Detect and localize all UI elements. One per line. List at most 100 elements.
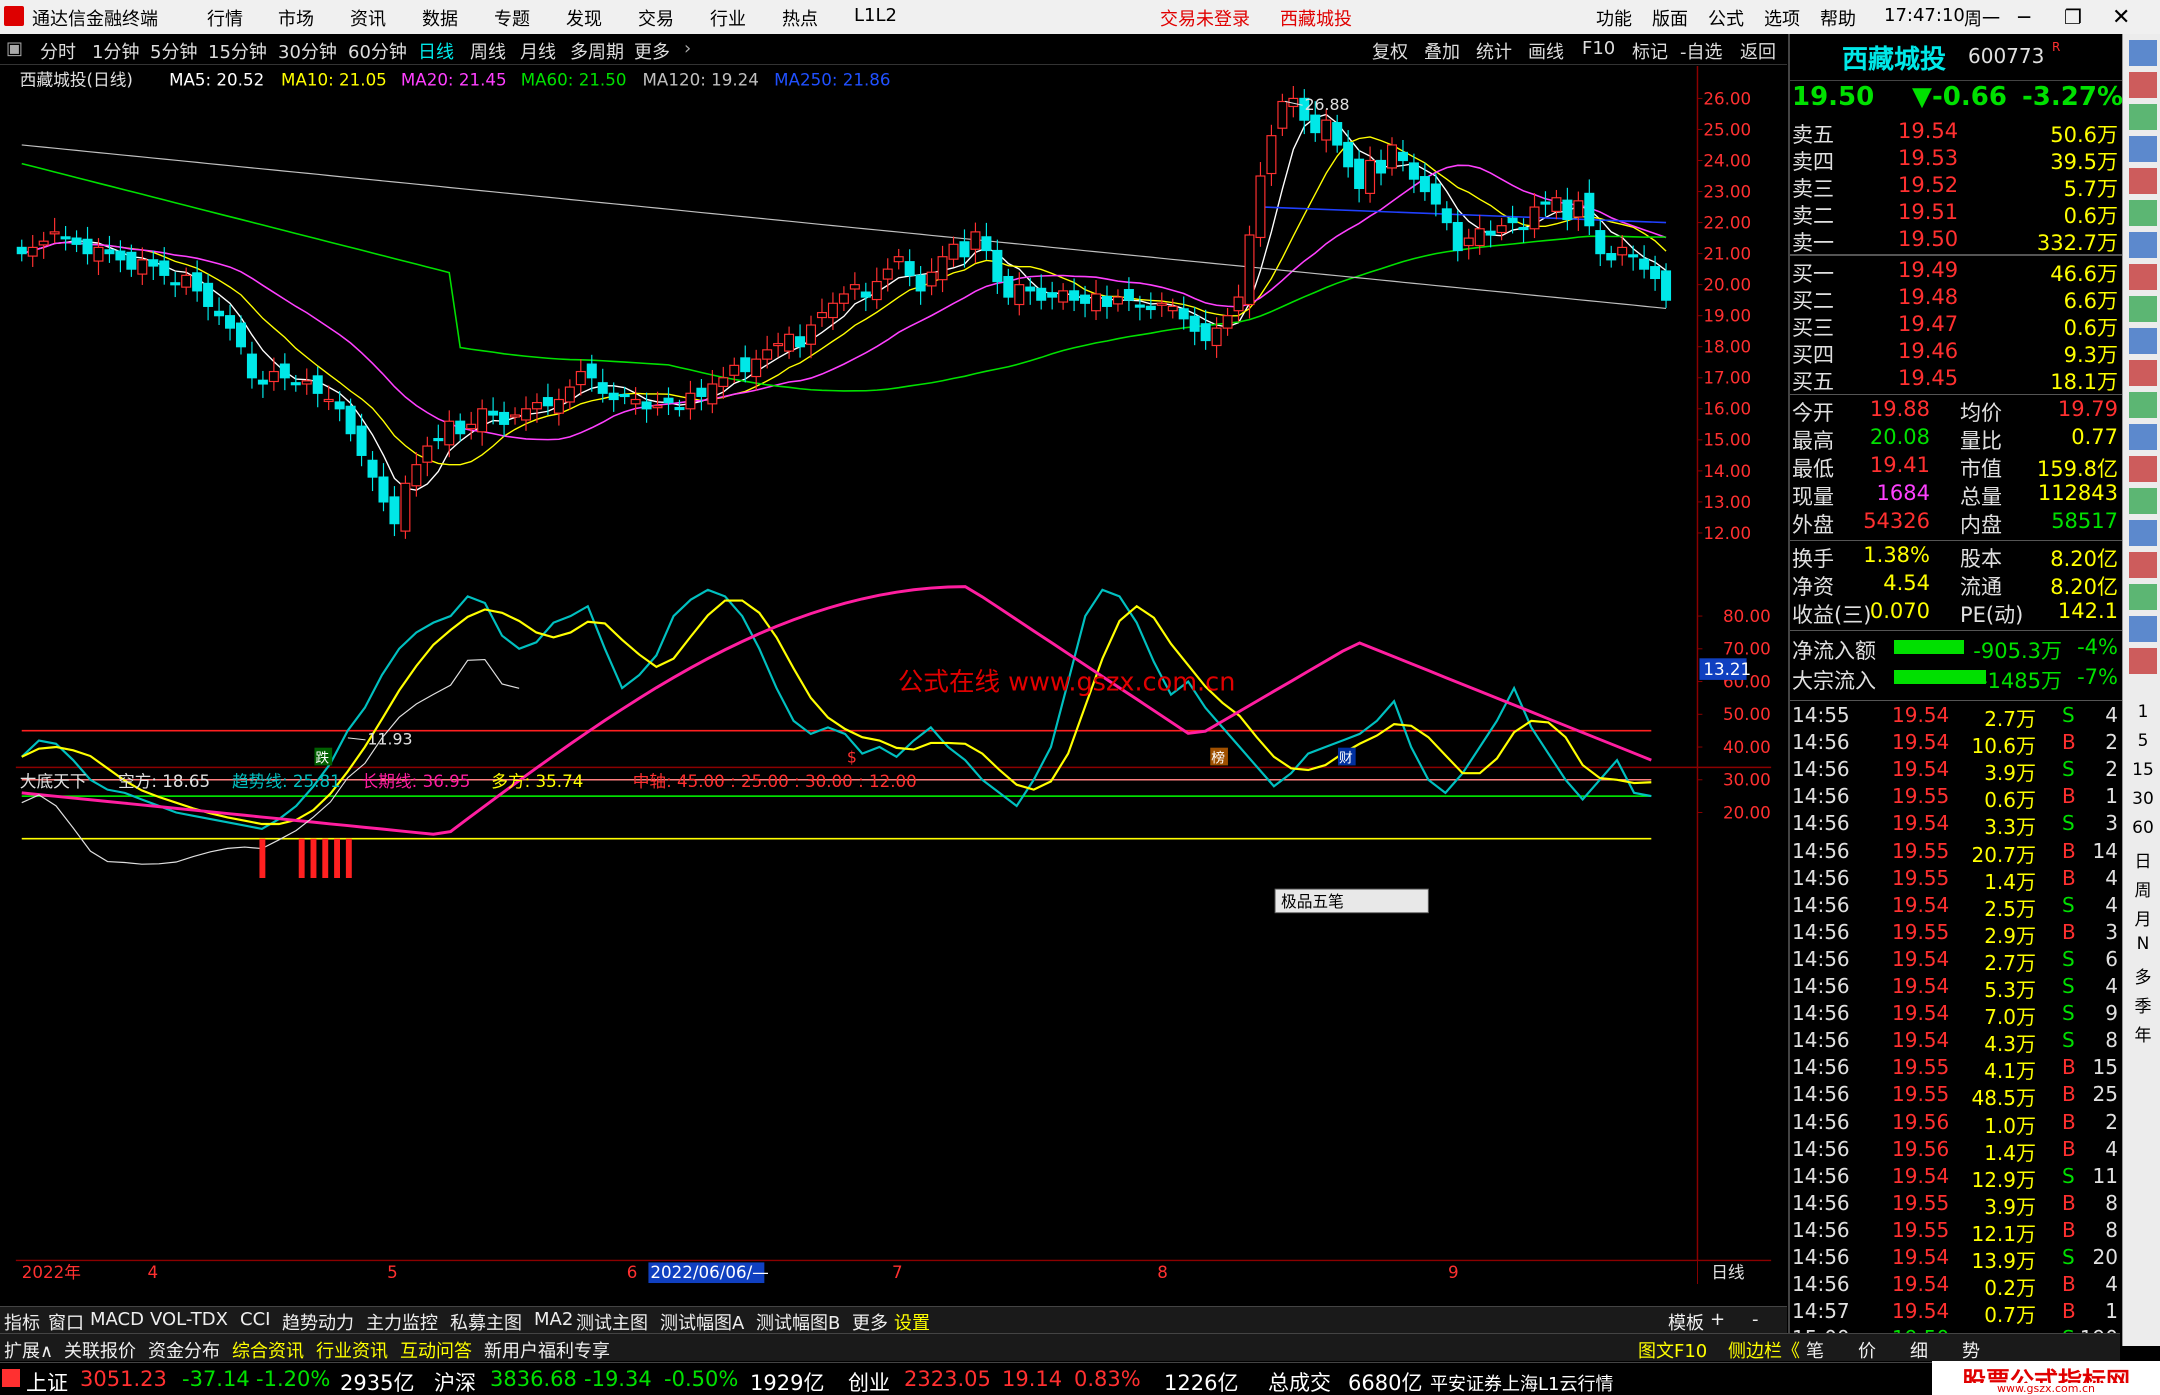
tick-row[interactable]: 14:56 19.54 5.3万 S 4 <box>1790 973 2122 1002</box>
tool-diejia[interactable]: 叠加 <box>1424 38 1460 64</box>
period-30min[interactable]: 30分钟 <box>278 38 337 64</box>
cy-label[interactable]: 创业 <box>848 1367 890 1395</box>
tick-row[interactable]: 14:56 19.54 2.5万 S 4 <box>1790 892 2122 921</box>
side-tool-icon[interactable] <box>2129 296 2157 322</box>
indicator-tab-2[interactable]: MACD <box>90 1309 144 1330</box>
tool-biaoji[interactable]: 标记 <box>1632 38 1668 64</box>
side-tool-icon[interactable] <box>2129 72 2157 98</box>
ask-row[interactable]: 卖一 19.50 332.7万 <box>1790 226 2122 255</box>
side-period-button[interactable]: 多 <box>2129 963 2157 988</box>
event-bang[interactable]: 榜 <box>1211 749 1225 766</box>
tick-row[interactable]: 14:56 19.54 3.9万 S 2 <box>1790 756 2122 785</box>
indicator-tab-11[interactable]: 测试幅图B <box>756 1309 840 1335</box>
side-tool-icon[interactable] <box>2129 648 2157 674</box>
menu-gongneng[interactable]: 功能 <box>1596 5 1632 31</box>
tool-zixuan[interactable]: -自选 <box>1680 38 1723 64</box>
side-period-button[interactable]: 30 <box>2129 789 2157 809</box>
template-tab-1[interactable]: + <box>1710 1309 1725 1330</box>
template-tab-2[interactable]: - <box>1752 1309 1759 1330</box>
tick-row[interactable]: 14:56 19.54 12.9万 S 11 <box>1790 1163 2122 1192</box>
menu-redian[interactable]: 热点 <box>782 5 818 31</box>
tick-row[interactable]: 14:56 19.54 10.6万 B 2 <box>1790 729 2122 758</box>
menu-l1l2[interactable]: L1L2 <box>854 5 897 26</box>
side-tool-icon[interactable] <box>2129 328 2157 354</box>
menu-shuju[interactable]: 数据 <box>422 5 458 31</box>
indicator-tab-10[interactable]: 测试幅图A <box>660 1309 744 1335</box>
side-tab-3[interactable]: 价 <box>1858 1337 1876 1363</box>
menu-hangqing[interactable]: 行情 <box>207 5 243 31</box>
side-tool-icon[interactable] <box>2129 456 2157 482</box>
ime-popup[interactable]: 极品五笔 <box>1274 888 1429 914</box>
side-period-button[interactable]: 日 <box>2129 847 2157 872</box>
bid-row[interactable]: 买二 19.48 6.6万 <box>1790 284 2122 313</box>
side-tool-icon[interactable] <box>2129 584 2157 610</box>
indicator-tab-5[interactable]: 趋势动力 <box>282 1309 354 1335</box>
tool-fanhui[interactable]: 返回 <box>1740 38 1776 64</box>
info-tab-6[interactable]: 新用户福利专享 <box>484 1337 610 1363</box>
period-15min[interactable]: 15分钟 <box>208 38 267 64</box>
tick-row[interactable]: 14:56 19.54 0.2万 B 4 <box>1790 1271 2122 1300</box>
menu-zhuanti[interactable]: 专题 <box>494 5 530 31</box>
menu-zixun[interactable]: 资讯 <box>350 5 386 31</box>
side-tool-icon[interactable] <box>2129 104 2157 130</box>
tick-row[interactable]: 14:56 19.54 3.3万 S 3 <box>1790 810 2122 839</box>
menu-hangye[interactable]: 行业 <box>710 5 746 31</box>
period-fenshi[interactable]: 分时 <box>40 38 76 64</box>
tick-row[interactable]: 14:56 19.54 2.7万 S 6 <box>1790 946 2122 975</box>
side-period-button[interactable]: 15 <box>2129 760 2157 780</box>
indicator-tab-6[interactable]: 主力监控 <box>366 1309 438 1335</box>
period-60min[interactable]: 60分钟 <box>348 38 407 64</box>
event-dollar[interactable]: $ <box>847 747 857 766</box>
minimize-icon[interactable]: ─ <box>2018 5 2030 29</box>
ask-row[interactable]: 卖五 19.54 50.6万 <box>1790 118 2122 147</box>
side-tool-icon[interactable] <box>2129 520 2157 546</box>
tool-fuquan[interactable]: 复权 <box>1372 38 1408 64</box>
kline-chart-area[interactable]: 26.00 25.00 24.00 23.00 22.00 21.00 20.00 19.00… <box>0 66 1787 1284</box>
side-tool-icon[interactable] <box>2129 264 2157 290</box>
ask-row[interactable]: 卖四 19.53 39.5万 <box>1790 145 2122 174</box>
bid-row[interactable]: 买五 19.45 18.1万 <box>1790 365 2122 394</box>
side-period-button[interactable]: 月 <box>2129 905 2157 930</box>
period-1min[interactable]: 1分钟 <box>92 38 139 64</box>
indicator-tab-7[interactable]: 私募主图 <box>450 1309 522 1335</box>
bid-row[interactable]: 买三 19.47 0.6万 <box>1790 311 2122 340</box>
indicator-tab-9[interactable]: 测试主图 <box>576 1309 648 1335</box>
ask-row[interactable]: 卖二 19.51 0.6万 <box>1790 199 2122 228</box>
side-tab-4[interactable]: 细 <box>1910 1337 1928 1363</box>
side-tool-icon[interactable] <box>2129 136 2157 162</box>
menu-jiaoyi[interactable]: 交易 <box>638 5 674 31</box>
menu-bangzhu[interactable]: 帮助 <box>1820 5 1856 31</box>
info-tab-0[interactable]: 扩展∧ <box>4 1337 53 1363</box>
info-tab-2[interactable]: 资金分布 <box>148 1337 220 1363</box>
tick-row[interactable]: 14:56 19.54 4.3万 S 8 <box>1790 1027 2122 1056</box>
indicator-tab-4[interactable]: CCI <box>240 1309 270 1330</box>
period-multi[interactable]: 多周期 <box>570 38 624 64</box>
side-period-button[interactable]: 1 <box>2129 702 2157 722</box>
tick-row[interactable]: 14:56 19.54 7.0万 S 9 <box>1790 1000 2122 1029</box>
side-tool-icon[interactable] <box>2129 488 2157 514</box>
login-status[interactable]: 交易未登录 <box>1160 5 1250 31</box>
menu-shichang[interactable]: 市场 <box>278 5 314 31</box>
menu-faxian[interactable]: 发现 <box>566 5 602 31</box>
side-tool-icon[interactable] <box>2129 552 2157 578</box>
indicator-tab-13[interactable]: 设置 <box>894 1309 930 1335</box>
period-5min[interactable]: 5分钟 <box>150 38 197 64</box>
period-more[interactable]: 更多 <box>634 38 670 64</box>
info-tab-4[interactable]: 行业资讯 <box>316 1337 388 1363</box>
tick-row[interactable]: 14:56 19.55 4.1万 B 15 <box>1790 1054 2122 1083</box>
side-tool-icon[interactable] <box>2129 392 2157 418</box>
side-tab-5[interactable]: 势 <box>1962 1337 1980 1363</box>
bid-row[interactable]: 买一 19.49 46.6万 <box>1790 257 2122 286</box>
side-period-button[interactable]: 60 <box>2129 818 2157 838</box>
side-period-button[interactable]: 周 <box>2129 876 2157 901</box>
template-tab-0[interactable]: 模板 <box>1668 1309 1704 1335</box>
tick-row[interactable]: 14:56 19.55 2.9万 B 3 <box>1790 919 2122 948</box>
tick-row[interactable]: 14:56 19.55 3.9万 B 8 <box>1790 1190 2122 1219</box>
menu-gongshi[interactable]: 公式 <box>1708 5 1744 31</box>
side-tool-icon[interactable] <box>2129 360 2157 386</box>
sh-label[interactable]: 上证 <box>26 1367 68 1395</box>
ask-row[interactable]: 卖三 19.52 5.7万 <box>1790 172 2122 201</box>
tick-row[interactable]: 14:56 19.55 12.1万 B 8 <box>1790 1217 2122 1246</box>
side-tab-2[interactable]: 笔 <box>1806 1337 1824 1363</box>
indicator-tab-0[interactable]: 指标 <box>4 1309 40 1335</box>
